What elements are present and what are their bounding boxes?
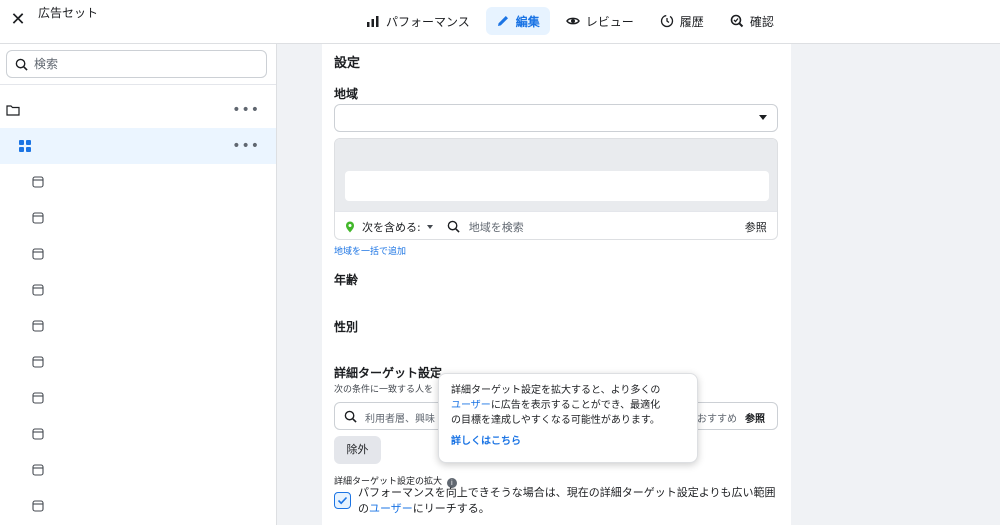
- gender-label: 性別: [334, 320, 359, 334]
- location-list: [345, 171, 769, 201]
- location-label: 地域: [334, 87, 359, 101]
- tooltip-line-1: 詳細ターゲット設定を拡大すると、より多くの: [451, 385, 661, 396]
- settings-title: 設定: [334, 56, 361, 71]
- caret-down-icon: [426, 224, 433, 229]
- tree-row-campaign[interactable]: •••: [0, 92, 276, 128]
- location-browse-link[interactable]: 参照: [745, 219, 767, 235]
- tab-bar: パフォーマンス 編集 レビュー 履歴 確認: [356, 7, 784, 35]
- ad-icon: [32, 212, 44, 224]
- bulk-add-locations-link[interactable]: 地域を一括で追加: [334, 244, 406, 257]
- tab-edit[interactable]: 編集: [485, 7, 550, 35]
- tab-performance[interactable]: パフォーマンス: [356, 7, 480, 35]
- bar-chart-icon: [367, 16, 379, 27]
- age-label: 年齢: [334, 273, 359, 287]
- expansion-text-2: にリーチする。: [412, 502, 490, 515]
- location-pin-icon: [346, 221, 354, 232]
- tree-row-ad[interactable]: [0, 200, 276, 236]
- tooltip-line-3: の目標を達成しやすくなる可能性があります。: [451, 415, 660, 426]
- ad-icon: [32, 176, 44, 188]
- tab-label: 編集: [515, 14, 540, 29]
- tree-row-ad[interactable]: [0, 488, 276, 524]
- tab-label: 確認: [749, 14, 774, 29]
- detailed-targeting-placeholder: 利用者層、興味: [365, 414, 435, 425]
- include-selector[interactable]: 次を含める:: [362, 219, 421, 235]
- grid-icon: [19, 140, 31, 152]
- detailed-targeting-title: 詳細ターゲット設定: [334, 366, 443, 380]
- checkmark-icon: [337, 496, 348, 505]
- tab-review[interactable]: レビュー: [556, 7, 644, 35]
- suggestions-link[interactable]: おすすめ: [697, 410, 737, 425]
- exclude-button[interactable]: 除外: [334, 436, 381, 464]
- tree-row-ad[interactable]: [0, 164, 276, 200]
- ad-icon: [32, 392, 44, 404]
- sidebar: ••• •••: [0, 44, 277, 525]
- tab-label: パフォーマンス: [386, 14, 470, 29]
- tree-row-ad[interactable]: [0, 308, 276, 344]
- divider: [0, 84, 276, 85]
- ad-icon: [32, 284, 44, 296]
- tab-label: レビュー: [585, 14, 634, 29]
- history-icon: [660, 14, 673, 28]
- ad-icon: [32, 428, 44, 440]
- magnify-check-icon: [730, 14, 744, 28]
- ad-icon: [32, 500, 44, 512]
- tree-row-ad[interactable]: [0, 236, 276, 272]
- tree-row-ad[interactable]: [0, 272, 276, 308]
- sidebar-search[interactable]: [6, 50, 267, 78]
- ad-icon: [32, 320, 44, 332]
- close-icon[interactable]: ✕: [8, 10, 28, 30]
- expansion-checkbox-label: パフォーマンスを向上できそうな場合は、現在の詳細ターゲット設定よりも広い範囲のユ…: [358, 485, 778, 517]
- expansion-tooltip: 詳細ターゲット設定を拡大すると、より多くの ユーザーに広告を表示することができ、…: [438, 373, 698, 463]
- pencil-icon: [497, 16, 508, 26]
- more-options-icon[interactable]: •••: [232, 138, 260, 154]
- tree-row-ad[interactable]: [0, 452, 276, 488]
- tab-confirm[interactable]: 確認: [720, 7, 784, 35]
- ad-icon: [32, 248, 44, 260]
- tree-row-ad[interactable]: [0, 344, 276, 380]
- tooltip-users-link[interactable]: ユーザー: [451, 400, 491, 411]
- tooltip-line-2-text: に広告を表示することができ、最適化: [490, 400, 661, 411]
- more-options-icon[interactable]: •••: [232, 102, 260, 118]
- users-link[interactable]: ユーザー: [369, 502, 413, 515]
- learn-more-link[interactable]: 詳しくはこちら: [451, 434, 685, 449]
- search-icon: [344, 410, 357, 423]
- tab-history[interactable]: 履歴: [650, 7, 714, 35]
- location-search-input[interactable]: 地域を検索: [469, 219, 729, 235]
- location-map-box: 次を含める: 地域を検索 参照: [334, 138, 778, 240]
- window-title: 広告セット: [38, 6, 99, 20]
- tree-row-ad[interactable]: [0, 380, 276, 416]
- location-search-bar: 次を含める: 地域を検索 参照: [335, 211, 777, 239]
- ad-icon: [32, 464, 44, 476]
- detailed-targeting-subtitle: 次の条件に一致する人を: [334, 385, 434, 395]
- top-bar: ✕ 広告セット パフォーマンス 編集 レビュー 履歴 確認: [0, 0, 1000, 44]
- ad-icon: [32, 356, 44, 368]
- search-icon: [15, 58, 28, 71]
- caret-down-icon: [759, 115, 767, 120]
- tooltip-line-2: ユーザーに広告を表示することができ、最適化: [451, 398, 685, 413]
- tree-row-ad-set[interactable]: •••: [0, 128, 276, 164]
- eye-icon: [565, 17, 580, 25]
- search-icon: [447, 220, 460, 233]
- background-gutter: [277, 44, 322, 525]
- detailed-browse-link[interactable]: 参照: [745, 410, 765, 425]
- tree-row-ad[interactable]: [0, 416, 276, 452]
- location-dropdown[interactable]: [334, 104, 778, 132]
- background-right: [791, 44, 1000, 525]
- folder-icon: [6, 105, 20, 116]
- tab-label: 履歴: [679, 14, 704, 29]
- search-input[interactable]: [34, 57, 234, 71]
- expansion-checkbox[interactable]: [334, 492, 351, 509]
